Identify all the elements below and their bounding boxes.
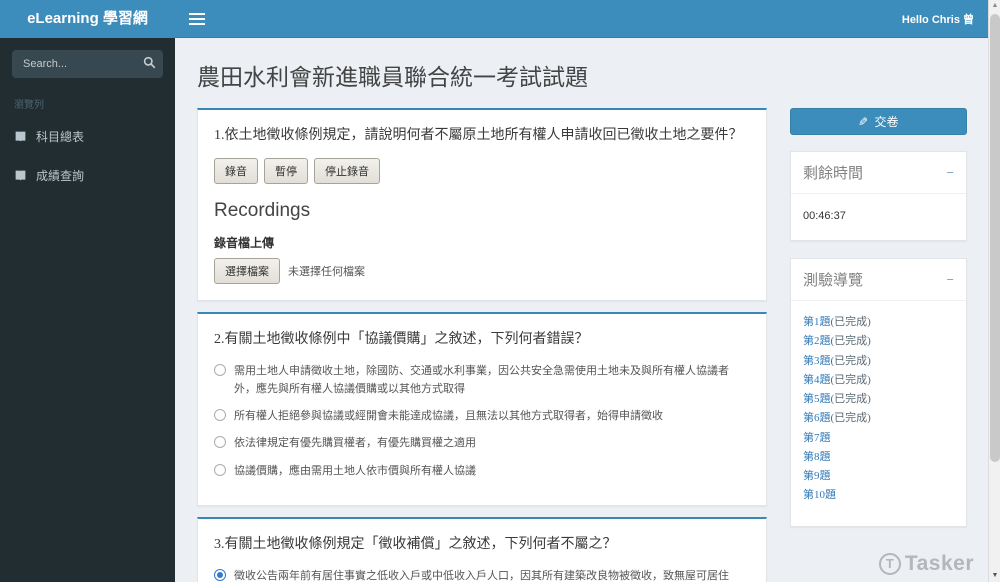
time-remaining-value: 00:46:37 — [803, 210, 846, 222]
vertical-scrollbar: ▲ ▼ — [988, 0, 1000, 582]
option-text: 依法律規定有優先購買權者，有優先購買權之適用 — [234, 437, 476, 450]
question-2-option-1[interactable]: 需用土地人申請徵收土地，除國防、交通或水利事業，因公共安全急需使用土地未及與所有… — [214, 362, 750, 398]
question-2-option-3[interactable]: 依法律規定有優先購買權者，有優先購買權之適用 — [214, 434, 750, 452]
hamburger-icon[interactable] — [189, 10, 205, 28]
nav-question-3[interactable]: 第3題(已完成) — [803, 352, 954, 371]
tasker-watermark: T Tasker — [878, 552, 974, 576]
record-button[interactable]: 錄音 — [214, 158, 258, 184]
radio-icon[interactable] — [214, 436, 226, 449]
question-card-2: 2.有關土地徵收條例中「協議價購」之敘述，下列何者錯誤？ 需用土地人申請徵收土地… — [197, 312, 767, 506]
collapse-icon[interactable]: − — [947, 166, 954, 179]
upload-label: 錄音檔上傳 — [214, 236, 275, 250]
scrollbar-thumb[interactable] — [990, 14, 1000, 462]
question-2-option-2[interactable]: 所有權人拒絕參與協議或經開會未能達成協議，且無法以其他方式取得者，始得申請徵收 — [214, 407, 750, 425]
nav-question-7[interactable]: 第7題 — [803, 429, 954, 448]
nav-question-2[interactable]: 第2題(已完成) — [803, 332, 954, 351]
sidebar-item-grades[interactable]: 成績查詢 — [0, 156, 175, 195]
questions-column: 1.依土地徵收條例規定，請說明何者不屬原土地所有權人申請收回已徵收土地之要件？ … — [197, 108, 767, 582]
quiz-nav-title: 測驗導覽 — [803, 273, 864, 289]
book-icon — [15, 170, 26, 181]
submit-label: 交卷 — [874, 115, 899, 129]
option-text: 需用土地人申請徵收土地，除國防、交通或水利事業，因公共安全急需使用土地未及與所有… — [234, 365, 729, 396]
collapse-icon[interactable]: − — [947, 273, 954, 286]
app-window: eLearning 學習網 Hello Chris 曾 瀏覽列 科目總表 成績查… — [0, 0, 1000, 582]
scroll-down-arrow[interactable]: ▼ — [989, 570, 1000, 582]
timer-card: 剩餘時間 − 00:46:37 — [790, 151, 967, 241]
quiz-navigation-card: 測驗導覽 − 第1題(已完成) 第2題(已完成) 第3題(已完成) 第4題(已完… — [790, 258, 967, 527]
question-2-option-4[interactable]: 協議價購，應由需用土地人依市價與所有權人協議 — [214, 462, 750, 480]
sidebar: 瀏覽列 科目總表 成績查詢 — [0, 38, 175, 582]
tasker-watermark-text: Tasker — [904, 552, 974, 575]
question-card-3: 3.有關土地徵收條例規定「徵收補償」之敘述，下列何者不屬之？ 徵收公告兩年前有居… — [197, 516, 767, 582]
submit-exam-button[interactable]: ✎ 交卷 — [790, 108, 967, 135]
question-3-title: 3.有關土地徵收條例規定「徵收補償」之敘述，下列何者不屬之？ — [214, 536, 617, 552]
app-logo[interactable]: eLearning 學習網 — [0, 0, 175, 38]
top-navbar: Hello Chris 曾 — [175, 0, 988, 38]
question-1-title: 1.依土地徵收條例規定，請說明何者不屬原土地所有權人申請收回已徵收土地之要件？ — [214, 128, 743, 143]
nav-question-1[interactable]: 第1題(已完成) — [803, 313, 954, 332]
option-text: 所有權人拒絕參與協議或經開會未能達成協議，且無法以其他方式取得者，始得申請徵收 — [234, 410, 663, 423]
option-text: 徵收公告兩年前有居住事實之低收入戶或中低收入戶人口，因其所有建築改良物被徵收，致… — [234, 569, 729, 582]
radio-icon[interactable] — [214, 463, 226, 476]
sidebar-item-label: 成績查詢 — [36, 169, 85, 183]
pencil-icon: ✎ — [858, 114, 869, 129]
question-3-option-1[interactable]: 徵收公告兩年前有居住事實之低收入戶或中低收入戶人口，因其所有建築改良物被徵收，致… — [214, 567, 750, 582]
nav-question-6[interactable]: 第6題(已完成) — [803, 409, 954, 428]
stop-record-button[interactable]: 停止錄音 — [314, 158, 380, 184]
sidebar-search — [12, 50, 163, 78]
radio-selected-icon[interactable] — [214, 568, 226, 581]
nav-question-5[interactable]: 第5題(已完成) — [803, 390, 954, 409]
page-title: 農田水利會新進職員聯合統一考試試題 — [197, 65, 588, 90]
timer-title: 剩餘時間 — [803, 166, 864, 182]
nav-question-9[interactable]: 第9題 — [803, 467, 954, 486]
file-input: 選擇檔案 未選擇任何檔案 — [214, 258, 750, 284]
option-text: 協議價購，應由需用土地人依市價與所有權人協議 — [234, 464, 476, 477]
nav-question-10[interactable]: 第10題 — [803, 486, 954, 505]
nav-question-4[interactable]: 第4題(已完成) — [803, 371, 954, 390]
scroll-up-arrow[interactable]: ▲ — [989, 0, 1000, 12]
search-icon[interactable] — [141, 56, 157, 72]
recordings-heading: Recordings — [214, 200, 311, 221]
tasker-logo-icon: T — [878, 553, 901, 575]
sidebar-section-label: 瀏覽列 — [14, 100, 44, 111]
sidebar-item-subjects[interactable]: 科目總表 — [0, 117, 175, 156]
radio-icon[interactable] — [214, 409, 226, 422]
nav-question-8[interactable]: 第8題 — [803, 448, 954, 467]
user-greeting[interactable]: Hello Chris 曾 — [902, 11, 974, 27]
sidebar-item-label: 科目總表 — [36, 130, 85, 144]
question-card-1: 1.依土地徵收條例規定，請說明何者不屬原土地所有權人申請收回已徵收土地之要件？ … — [197, 108, 767, 301]
book-icon — [15, 131, 26, 142]
pause-button[interactable]: 暫停 — [264, 158, 308, 184]
choose-file-button[interactable]: 選擇檔案 — [214, 258, 280, 284]
radio-icon[interactable] — [214, 364, 226, 376]
exam-sidebar: ✎ 交卷 剩餘時間 − 00:46:37 測驗導覽 − 第1題(已完成) 第2題… — [790, 108, 967, 544]
main-content: 農田水利會新進職員聯合統一考試試題 1.依土地徵收條例規定，請說明何者不屬原土地… — [175, 38, 988, 582]
no-file-text: 未選擇任何檔案 — [288, 266, 365, 278]
question-2-title: 2.有關土地徵收條例中「協議價購」之敘述，下列何者錯誤？ — [214, 332, 589, 347]
